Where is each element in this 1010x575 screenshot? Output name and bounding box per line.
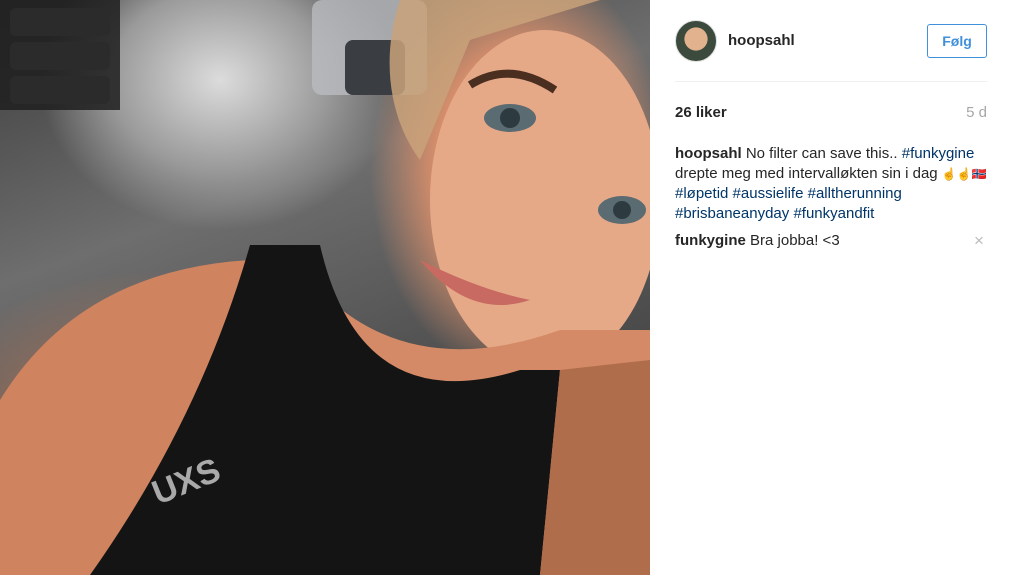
caption: hoopsahl No filter can save this.. #funk… xyxy=(675,144,987,223)
caption-text: drepte meg med intervalløkten sin i dag xyxy=(675,164,942,182)
hashtag-link[interactable]: #funkyandfit xyxy=(793,205,874,222)
close-icon[interactable]: × xyxy=(971,231,987,250)
post-photo[interactable]: UXS xyxy=(0,0,650,575)
emoji: ☝☝ xyxy=(941,166,972,181)
comment-item: funkygine Bra jobba! <3 × xyxy=(675,231,987,251)
photo-illustration: UXS xyxy=(0,0,650,575)
hashtag-link[interactable]: #brisbaneanyday xyxy=(675,205,789,222)
post-meta: 26 liker 5 d xyxy=(675,100,987,124)
comment-text: Bra jobba! <3 xyxy=(745,232,840,249)
caption-text: No filter can save this.. xyxy=(741,145,902,162)
comment-author[interactable]: funkygine xyxy=(675,232,746,249)
hashtag-link[interactable]: #aussielife xyxy=(733,185,804,202)
hashtag-link[interactable]: #løpetid xyxy=(675,185,728,202)
likes-count[interactable]: 26 liker xyxy=(675,104,727,121)
comments-list: hoopsahl No filter can save this.. #funk… xyxy=(675,144,987,251)
hashtag-link[interactable]: #alltherunning xyxy=(808,185,902,202)
follow-button[interactable]: Følg xyxy=(927,23,987,58)
emoji: 🇳🇴 xyxy=(971,166,987,181)
post-side-panel: hoopsahl Følg 26 liker 5 d hoopsahl No f… xyxy=(650,0,1010,575)
username-link[interactable]: hoopsahl xyxy=(728,32,927,49)
post-header: hoopsahl Følg xyxy=(675,0,987,82)
avatar[interactable] xyxy=(675,19,717,62)
post-view: UXS hoopsahl Følg 26 liker 5 d hoopsahl … xyxy=(0,0,1010,575)
hashtag-link[interactable]: #funkygine xyxy=(902,145,975,162)
post-time[interactable]: 5 d xyxy=(966,104,987,121)
caption-author[interactable]: hoopsahl xyxy=(675,145,742,162)
